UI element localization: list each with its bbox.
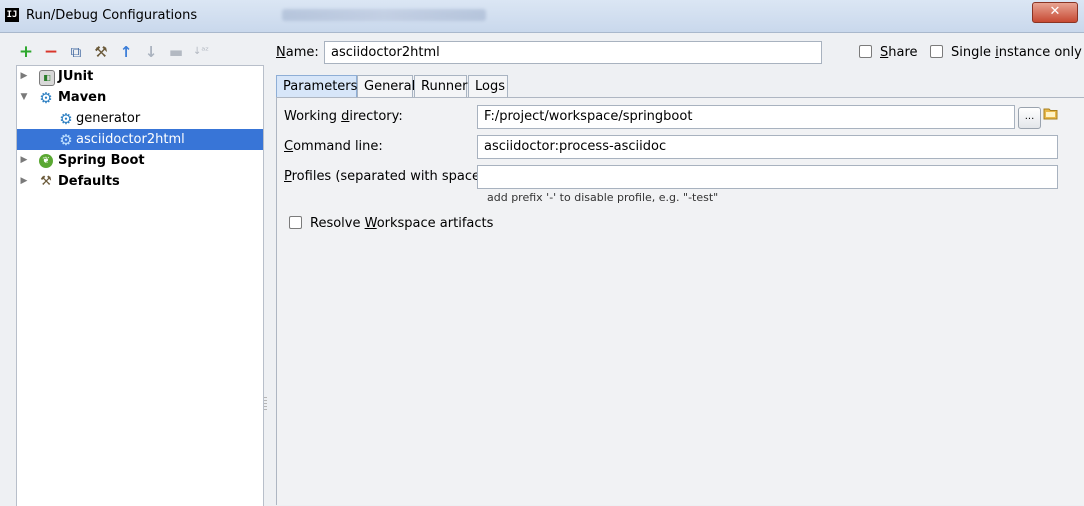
tree-item-label: JUnit: [58, 69, 94, 84]
folder-icon[interactable]: ▬: [166, 42, 186, 62]
tab-parameters[interactable]: Parameters: [276, 75, 357, 97]
tree-item-maven[interactable]: ▼ ⚙ Maven: [17, 87, 263, 108]
maven-gear-icon: ⚙: [39, 89, 53, 107]
share-checkbox[interactable]: [859, 45, 872, 58]
share-label: Share: [880, 45, 918, 60]
close-button[interactable]: ✕: [1032, 2, 1078, 23]
single-instance-label: Single instance only: [951, 45, 1082, 60]
tab-general[interactable]: General: [357, 75, 415, 97]
tree-item-label: asciidoctor2html: [76, 132, 185, 147]
command-line-field[interactable]: asciidoctor:process-asciidoc: [477, 135, 1058, 159]
tree-item-label: Spring Boot: [58, 153, 145, 168]
window-title: Run/Debug Configurations: [26, 8, 198, 23]
wrench-icon: ⚒: [40, 174, 52, 189]
tab-logs[interactable]: Logs: [468, 75, 508, 97]
name-field[interactable]: asciidoctor2html: [324, 41, 822, 64]
title-bar: IJ Run/Debug Configurations ✕: [0, 0, 1084, 33]
expand-arrow-icon[interactable]: ▶: [19, 171, 29, 192]
profiles-label: Profiles (separated with space):: [284, 169, 490, 184]
maven-gear-icon: ⚙: [59, 110, 73, 128]
intellij-app-icon: IJ: [5, 8, 19, 22]
splitter-handle[interactable]: [264, 397, 267, 411]
tree-item-generator[interactable]: ⚙ generator: [17, 108, 263, 129]
edit-defaults-icon[interactable]: ⚒: [91, 42, 111, 62]
copy-icon[interactable]: ⧉: [66, 42, 86, 62]
resolve-workspace-checkbox[interactable]: [289, 216, 302, 229]
junit-icon: ◧: [39, 70, 55, 86]
single-instance-checkbox[interactable]: [930, 45, 943, 58]
tree-item-defaults[interactable]: ▶ ⚒ Defaults: [17, 171, 263, 192]
move-up-icon[interactable]: ↑: [116, 42, 136, 62]
folder-icon[interactable]: [1043, 106, 1058, 120]
expand-arrow-icon[interactable]: ▶: [19, 66, 29, 87]
remove-icon[interactable]: −: [41, 42, 61, 62]
profiles-hint: add prefix '-' to disable profile, e.g. …: [487, 191, 719, 204]
working-directory-label: Working directory:: [284, 109, 403, 124]
command-line-label: Command line:: [284, 139, 383, 154]
expand-arrow-icon[interactable]: ▶: [19, 150, 29, 171]
maven-gear-icon: ⚙: [59, 131, 73, 149]
spring-boot-icon: ❦: [39, 154, 53, 168]
add-icon[interactable]: +: [16, 42, 36, 62]
sort-icon[interactable]: ↓ᵃᶻ: [191, 42, 211, 62]
collapse-arrow-icon[interactable]: ▼: [19, 87, 29, 108]
config-tree: ▶ ◧ JUnit ▼ ⚙ Maven ⚙ generator ⚙ asciid…: [16, 65, 264, 506]
tree-item-label: Defaults: [58, 174, 120, 189]
working-directory-field[interactable]: F:/project/workspace/springboot: [477, 105, 1015, 129]
tree-item-junit[interactable]: ▶ ◧ JUnit: [17, 66, 263, 87]
profiles-field[interactable]: [477, 165, 1058, 189]
tree-item-asciidoctor2html[interactable]: ⚙ asciidoctor2html: [17, 129, 263, 150]
move-down-icon[interactable]: ↓: [141, 42, 161, 62]
resolve-workspace-label: Resolve Workspace artifacts: [310, 216, 494, 231]
tree-item-label: Maven: [58, 90, 107, 105]
name-label: Name:: [276, 45, 319, 60]
tab-runner[interactable]: Runner: [414, 75, 468, 97]
browse-button[interactable]: ...: [1018, 107, 1041, 129]
blurred-region: [282, 9, 486, 21]
tree-item-label: generator: [76, 111, 141, 126]
tree-item-spring-boot[interactable]: ▶ ❦ Spring Boot: [17, 150, 263, 171]
